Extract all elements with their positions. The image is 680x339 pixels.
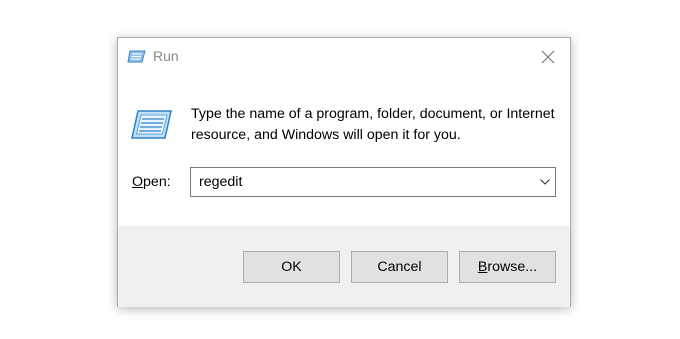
ok-button[interactable]: OK [243, 251, 340, 283]
browse-accelerator: B [477, 259, 488, 275]
open-label: Open: [132, 174, 171, 190]
run-icon [131, 110, 172, 139]
open-dropdown-button[interactable] [535, 168, 555, 196]
cancel-button[interactable]: Cancel [351, 251, 448, 283]
title-bar[interactable]: Run [118, 38, 570, 76]
close-icon [541, 50, 555, 64]
open-label-accelerator: O [132, 174, 144, 190]
run-dialog: Run Type the name of a program, folder, … [117, 37, 571, 307]
window-title: Run [153, 48, 179, 64]
browse-button[interactable]: Browse... [459, 251, 556, 283]
button-bar: OK Cancel Browse... [118, 226, 570, 307]
instruction-text: Type the name of a program, folder, docu… [191, 106, 555, 143]
browse-label: rowse... [487, 259, 538, 275]
open-input[interactable]: regedit [199, 174, 242, 190]
chevron-down-icon [540, 179, 550, 185]
close-button[interactable] [526, 38, 570, 76]
run-icon [127, 50, 146, 63]
open-label-text: pen: [143, 174, 171, 190]
open-combobox[interactable]: regedit [190, 167, 556, 197]
